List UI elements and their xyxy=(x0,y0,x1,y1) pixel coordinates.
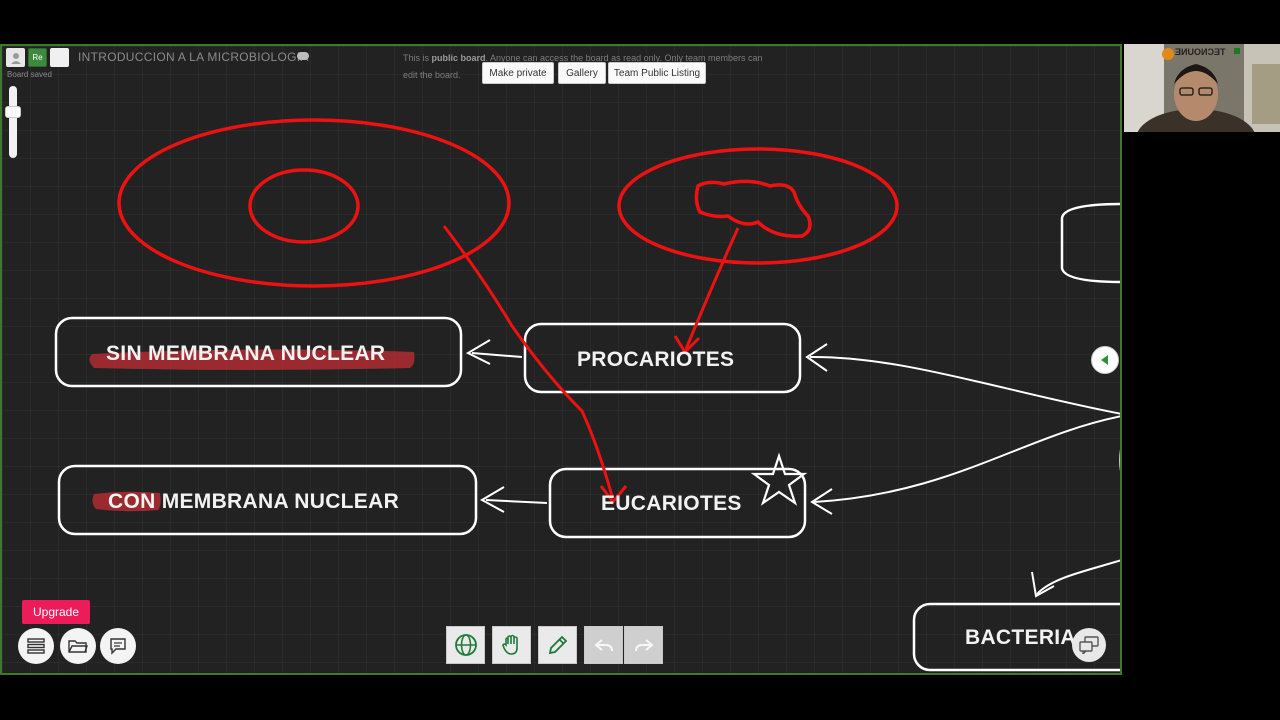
list-icon xyxy=(27,638,45,654)
label-con-membrana: CON MEMBRANA NUCLEAR xyxy=(108,490,400,513)
red-arrow-to-procariotes xyxy=(684,227,740,350)
box-offscreen-top xyxy=(1060,202,1120,284)
arrow-procariotes-to-sin xyxy=(471,352,523,358)
prokaryote-cell-outline xyxy=(617,147,899,265)
make-private-button[interactable]: Make private xyxy=(482,62,554,84)
notice-bold: public board xyxy=(431,53,486,63)
open-folder-button[interactable] xyxy=(60,628,96,664)
label-bacteria: BACTERIA xyxy=(965,626,1076,649)
collaborator-avatar[interactable]: Re xyxy=(28,48,47,67)
eukaryote-nucleus xyxy=(248,168,360,244)
user-icon xyxy=(10,52,21,64)
side-panel-toggle[interactable] xyxy=(1091,346,1119,374)
eukaryote-cell-outline xyxy=(117,118,511,288)
arrowhead-sin xyxy=(465,339,491,365)
hand-icon xyxy=(501,634,518,655)
board-menu-button[interactable] xyxy=(50,48,69,67)
redo-icon xyxy=(634,639,654,652)
label-procariotes: PROCARIOTES xyxy=(577,348,735,371)
hand-tool-button[interactable] xyxy=(492,626,531,664)
board-toolbar: Re xyxy=(6,48,69,67)
board-title: INTRODUCCION A LA MICROBIOLOGIA xyxy=(78,50,309,64)
save-status: Board saved xyxy=(7,70,52,79)
box-offscreen-mid xyxy=(1119,448,1120,472)
undo-icon xyxy=(593,639,613,652)
boards-list-button[interactable] xyxy=(18,628,54,664)
arrow-root-to-eucariotes xyxy=(813,415,1120,503)
label-eucariotes: EUCARIOTES xyxy=(601,492,742,515)
chevron-left-icon xyxy=(1101,355,1108,365)
screen: SIN MEMBRANA NUCLEAR PROCARIOTES CON MEM… xyxy=(0,0,1280,720)
upgrade-button[interactable]: Upgrade xyxy=(22,600,90,624)
folder-icon xyxy=(68,640,88,653)
prokaryote-nucleoid xyxy=(694,179,812,238)
arrow-root-to-procariotes xyxy=(809,355,1120,415)
team-public-listing-button[interactable]: Team Public Listing xyxy=(608,62,706,84)
gallery-button[interactable]: Gallery xyxy=(558,62,606,84)
chat-bubbles-icon xyxy=(1079,636,1099,654)
notice-prefix: This is xyxy=(403,53,432,63)
whiteboard-canvas[interactable]: SIN MEMBRANA NUCLEAR PROCARIOTES CON MEM… xyxy=(0,44,1122,675)
pencil-tool-button[interactable] xyxy=(538,626,577,664)
undo-button[interactable] xyxy=(584,626,623,664)
star-icon xyxy=(750,452,808,506)
browser-tool-button[interactable] xyxy=(446,626,485,664)
redo-button[interactable] xyxy=(624,626,663,664)
pencil-icon xyxy=(548,635,567,655)
chat-button[interactable] xyxy=(1072,628,1106,662)
zoom-slider[interactable] xyxy=(9,86,17,158)
webcam-logo-text: TECNOUNE xyxy=(1175,47,1226,57)
arrow-eucariotes-to-con xyxy=(485,499,548,504)
comments-button[interactable] xyxy=(100,628,136,664)
zoom-slider-handle[interactable] xyxy=(5,106,21,118)
presenter-image xyxy=(1124,44,1280,132)
label-sin-membrana: SIN MEMBRANA NUCLEAR xyxy=(106,342,386,365)
user-avatar-button[interactable] xyxy=(6,48,25,67)
chat-icon xyxy=(110,638,126,655)
cloud-icon xyxy=(297,52,309,60)
webcam-feed xyxy=(1124,44,1280,132)
globe-icon xyxy=(454,634,477,656)
